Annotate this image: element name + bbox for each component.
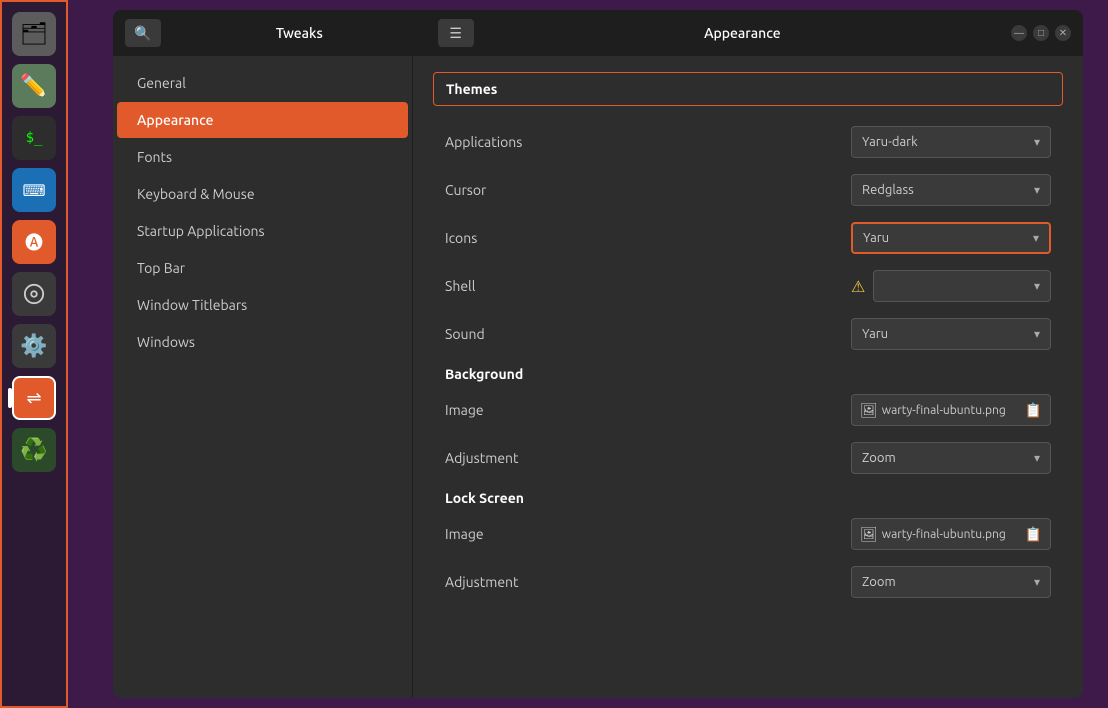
taskbar: 🗂 ✏️ $_ ⌨ 🅐 ⚙️ ⇌ ♻️	[0, 0, 68, 708]
taskbar-trash[interactable]: ♻️	[12, 428, 56, 472]
titlebar: 🔍 Tweaks ☰ Appearance — □ ✕	[113, 10, 1083, 56]
lockscreen-adjustment-arrow: ▾	[1034, 575, 1040, 589]
taskbar-disk[interactable]	[12, 272, 56, 316]
applications-dropdown-arrow: ▾	[1034, 135, 1040, 149]
icons-dropdown-arrow: ▾	[1033, 231, 1039, 245]
background-image-value: warty-final-ubuntu.png	[882, 404, 1021, 417]
icons-label: Icons	[445, 230, 851, 246]
menu-button[interactable]: ☰	[438, 19, 474, 47]
background-image-picker[interactable]: 🖼 warty-final-ubuntu.png 📋	[851, 394, 1051, 426]
background-image-label: Image	[445, 402, 851, 418]
sidebar-item-top-bar[interactable]: Top Bar	[117, 250, 408, 286]
lockscreen-image-label: Image	[445, 526, 851, 542]
maximize-button[interactable]: □	[1033, 25, 1049, 41]
cursor-dropdown-arrow: ▾	[1034, 183, 1040, 197]
cursor-row: Cursor Redglass ▾	[433, 166, 1063, 214]
taskbar-appstore[interactable]: 🅐	[12, 220, 56, 264]
sidebar-item-keyboard-mouse[interactable]: Keyboard & Mouse	[117, 176, 408, 212]
main-panel: Themes Applications Yaru-dark ▾ Cursor R…	[413, 56, 1083, 698]
background-adjustment-label: Adjustment	[445, 450, 851, 466]
sidebar-item-appearance[interactable]: Appearance	[117, 102, 408, 138]
lock-screen-section-title: Lock Screen	[433, 482, 1063, 510]
sound-dropdown-arrow: ▾	[1034, 327, 1040, 341]
shell-row: Shell ⚠ ▾	[433, 262, 1063, 310]
cursor-label: Cursor	[445, 182, 851, 198]
applications-label: Applications	[445, 134, 851, 150]
shell-dropdown-arrow: ▾	[1034, 279, 1040, 293]
shell-label: Shell	[445, 278, 851, 294]
themes-section-header: Themes	[433, 72, 1063, 106]
background-image-row: Image 🖼 warty-final-ubuntu.png 📋	[433, 386, 1063, 434]
sound-dropdown[interactable]: Yaru ▾	[851, 318, 1051, 350]
window-controls: — □ ✕	[1011, 25, 1071, 41]
window-right-title: Appearance	[482, 25, 1003, 41]
background-image-icon: 🖼	[860, 402, 878, 419]
cursor-value: Redglass	[862, 183, 914, 197]
background-section-title: Background	[433, 358, 1063, 386]
cursor-dropdown[interactable]: Redglass ▾	[851, 174, 1051, 206]
icons-dropdown[interactable]: Yaru ▾	[851, 222, 1051, 254]
taskbar-files[interactable]: 🗂	[12, 12, 56, 56]
taskbar-editor[interactable]: ✏️	[12, 64, 56, 108]
lockscreen-image-picker[interactable]: 🖼 warty-final-ubuntu.png 📋	[851, 518, 1051, 550]
background-adjustment-value: Zoom	[862, 451, 896, 465]
sidebar-item-startup-applications[interactable]: Startup Applications	[117, 213, 408, 249]
window-left-title: Tweaks	[169, 25, 430, 41]
tweaks-window: 🔍 Tweaks ☰ Appearance — □ ✕ General Appe…	[113, 10, 1083, 698]
taskbar-settings[interactable]: ⚙️	[12, 324, 56, 368]
applications-dropdown[interactable]: Yaru-dark ▾	[851, 126, 1051, 158]
lockscreen-image-row: Image 🖼 warty-final-ubuntu.png 📋	[433, 510, 1063, 558]
shell-dropdown[interactable]: ▾	[873, 270, 1051, 302]
background-adjustment-arrow: ▾	[1034, 451, 1040, 465]
lockscreen-adjustment-dropdown[interactable]: Zoom ▾	[851, 566, 1051, 598]
applications-row: Applications Yaru-dark ▾	[433, 118, 1063, 166]
close-button[interactable]: ✕	[1055, 25, 1071, 41]
sidebar-item-windows[interactable]: Windows	[117, 324, 408, 360]
background-adjustment-row: Adjustment Zoom ▾	[433, 434, 1063, 482]
lockscreen-image-copy-icon: 📋	[1025, 526, 1042, 543]
sound-row: Sound Yaru ▾	[433, 310, 1063, 358]
lockscreen-adjustment-row: Adjustment Zoom ▾	[433, 558, 1063, 606]
background-image-copy-icon: 📋	[1025, 402, 1042, 419]
lockscreen-adjustment-label: Adjustment	[445, 574, 851, 590]
taskbar-tweaks[interactable]: ⇌	[12, 376, 56, 420]
lockscreen-image-icon: 🖼	[860, 526, 878, 543]
applications-value: Yaru-dark	[862, 135, 918, 149]
background-adjustment-dropdown[interactable]: Zoom ▾	[851, 442, 1051, 474]
lockscreen-image-value: warty-final-ubuntu.png	[882, 528, 1021, 541]
taskbar-terminal[interactable]: $_	[12, 116, 56, 160]
sidebar: General Appearance Fonts Keyboard & Mous…	[113, 56, 413, 698]
search-button[interactable]: 🔍	[125, 19, 161, 47]
sidebar-item-window-titlebars[interactable]: Window Titlebars	[117, 287, 408, 323]
lockscreen-adjustment-value: Zoom	[862, 575, 896, 589]
icons-value: Yaru	[863, 231, 889, 245]
sound-label: Sound	[445, 326, 851, 342]
icons-row: Icons Yaru ▾	[433, 214, 1063, 262]
taskbar-vscode[interactable]: ⌨	[12, 168, 56, 212]
window-content: General Appearance Fonts Keyboard & Mous…	[113, 56, 1083, 698]
minimize-button[interactable]: —	[1011, 25, 1027, 41]
sidebar-item-fonts[interactable]: Fonts	[117, 139, 408, 175]
shell-warning-icon: ⚠	[851, 277, 865, 296]
sidebar-item-general[interactable]: General	[117, 65, 408, 101]
sound-value: Yaru	[862, 327, 888, 341]
